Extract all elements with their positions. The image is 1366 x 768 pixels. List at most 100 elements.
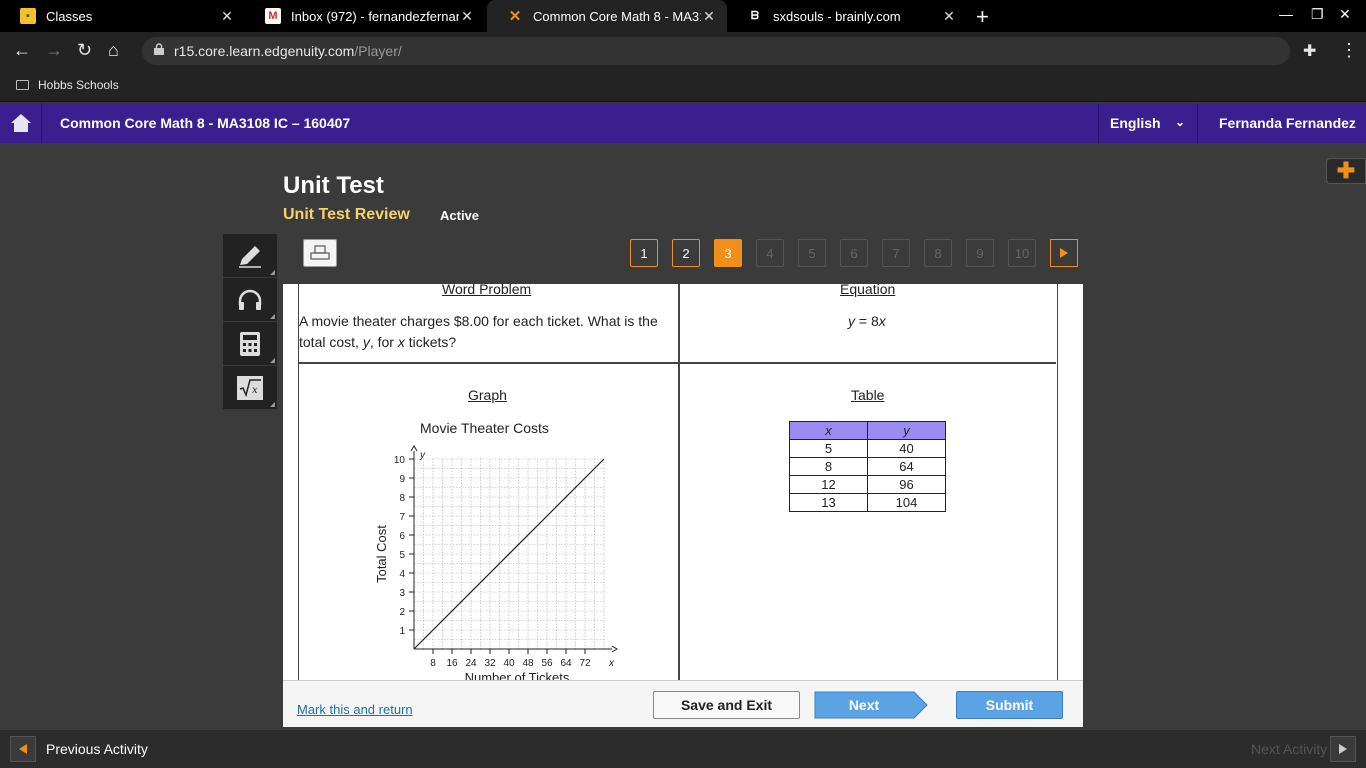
new-tab-icon[interactable]: +	[976, 4, 989, 30]
browser-tab-gmail[interactable]: M Inbox (972) - fernandezfernanda ✕	[245, 0, 485, 32]
question-button-5: 5	[798, 239, 826, 267]
y-axis-arrow	[410, 445, 418, 452]
home-icon[interactable]: ⌂	[108, 40, 119, 61]
browser-tab-brainly[interactable]: ᗷ sxdsouls - brainly.com ✕	[727, 0, 967, 32]
x-axis-variable: x	[608, 658, 615, 669]
representation-grid: Word Problem Equation A movie theater ch…	[298, 284, 1058, 680]
expand-plus-button[interactable]: ✚	[1326, 158, 1366, 184]
extensions-icon[interactable]: ✚	[1303, 41, 1316, 61]
user-name[interactable]: Fernanda Fernandez	[1219, 115, 1356, 131]
browser-tab-edgenuity[interactable]: ✕ Common Core Math 8 - MA3108 ✕	[487, 0, 727, 32]
printer-icon	[310, 245, 330, 260]
y-tick-label: 3	[399, 588, 405, 599]
caret-right-icon	[1339, 744, 1347, 754]
x-tick-label: 56	[541, 658, 553, 669]
grid-divider	[678, 284, 680, 680]
table-cell: 40	[867, 439, 946, 458]
question-button-2[interactable]: 2	[672, 239, 700, 267]
menu-icon[interactable]: ⋮	[1340, 40, 1358, 61]
folder-icon	[16, 80, 29, 90]
forward-icon[interactable]: →	[45, 40, 63, 61]
word-text-part: A movie theater charges $8.00 for each t…	[299, 313, 658, 350]
question-button-1[interactable]: 1	[630, 239, 658, 267]
next-activity-button	[1330, 736, 1356, 762]
graph-heading: Graph	[468, 387, 507, 403]
word-problem-text: A movie theater charges $8.00 for each t…	[299, 311, 677, 353]
equation-middle: = 8	[855, 313, 879, 329]
close-window-icon[interactable]: ✕	[1339, 6, 1351, 23]
minimize-icon[interactable]: —	[1279, 6, 1293, 22]
language-label: English	[1110, 115, 1161, 131]
language-select[interactable]: English ⌄	[1098, 103, 1198, 143]
bookmark-label: Hobbs Schools	[38, 78, 119, 92]
word-text-part: , for	[369, 334, 398, 350]
equation-var-x: x	[878, 313, 886, 329]
page-subtitle: Unit Test Review	[283, 206, 410, 223]
table-cell: 13	[789, 493, 868, 512]
question-number: 1	[640, 245, 648, 261]
reload-icon[interactable]: ↻	[77, 40, 92, 61]
url-path: /Player/	[354, 43, 402, 59]
close-tab-icon[interactable]: ✕	[701, 8, 717, 25]
previous-activity-button[interactable]	[10, 736, 36, 762]
table-heading: Table	[851, 387, 885, 403]
question-button-7: 7	[882, 239, 910, 267]
mark-and-return-link[interactable]: Mark this and return	[297, 702, 413, 717]
edgenuity-icon: ✕	[508, 8, 522, 25]
save-and-exit-button[interactable]: Save and Exit	[653, 691, 800, 719]
movie-theater-costs-chart: 123456789108 16 24 32 40 48 56 64 72 Total Cost …	[374, 445, 618, 680]
bookmark-hobbs-schools[interactable]: Hobbs Schools	[16, 78, 119, 92]
next-question-button[interactable]	[1050, 239, 1078, 267]
close-tab-icon[interactable]: ✕	[459, 8, 475, 25]
submit-button[interactable]: Submit	[956, 691, 1063, 719]
formula-tool-button[interactable]: x	[223, 366, 277, 410]
chart-title: Movie Theater Costs	[420, 420, 549, 436]
values-table: x y 5 40 8 64 12 96 13 104	[789, 421, 946, 512]
x-tick-label: 16	[446, 658, 458, 669]
equation-heading: Equation	[840, 284, 896, 297]
headphones-icon	[238, 289, 262, 310]
address-bar[interactable]: r15.core.learn.edgenuity.com/Player/	[142, 37, 1290, 65]
table-row: 13 104	[789, 493, 946, 512]
pencil-tool-button[interactable]	[223, 234, 277, 278]
x-tick-label: 72	[579, 658, 591, 669]
lock-icon	[154, 43, 164, 55]
x-axis-label: Number of Tickets	[465, 670, 570, 680]
word-variable-y: y	[362, 334, 370, 350]
back-icon[interactable]: ←	[13, 40, 31, 61]
restore-icon[interactable]: ❐	[1311, 6, 1324, 23]
home-button[interactable]	[0, 103, 42, 143]
next-button[interactable]: Next	[814, 691, 928, 719]
house-icon	[10, 114, 31, 132]
x-tick-label: 8	[430, 658, 436, 669]
equation-var-y: y	[848, 313, 855, 329]
equation: y = 8x	[848, 313, 886, 329]
question-number: 3	[724, 245, 732, 261]
browser-tab-classes[interactable]: ▪ Classes ✕	[0, 0, 245, 32]
x-tick-label: 40	[503, 658, 515, 669]
table-cell: 8	[789, 457, 868, 476]
square-root-icon: x	[237, 375, 263, 400]
question-button-9: 9	[966, 239, 994, 267]
audio-tool-button[interactable]	[223, 278, 277, 322]
tab-title: sxdsouls - brainly.com	[773, 8, 901, 24]
y-tick-label: 7	[399, 512, 405, 523]
activity-bar: Previous Activity Next Activity	[0, 730, 1366, 768]
question-number: 4	[766, 245, 774, 261]
tab-title: Inbox (972) - fernandezfernanda	[291, 8, 459, 24]
y-tick-label: 1	[399, 626, 405, 637]
question-button-3[interactable]: 3	[714, 239, 742, 267]
page-title: Unit Test	[283, 172, 384, 199]
print-button[interactable]	[303, 239, 337, 267]
calculator-tool-button[interactable]	[223, 322, 277, 366]
y-tick-label: 2	[399, 607, 405, 618]
y-tick-label: 5	[399, 550, 405, 561]
question-number: 9	[976, 245, 984, 261]
grid-divider	[299, 362, 1056, 364]
caret-left-icon	[19, 744, 27, 754]
close-tab-icon[interactable]: ✕	[941, 8, 957, 25]
y-tick-label: 8	[399, 493, 405, 504]
table-row: 12 96	[789, 475, 946, 494]
previous-activity-label[interactable]: Previous Activity	[46, 741, 148, 757]
close-tab-icon[interactable]: ✕	[219, 8, 235, 25]
